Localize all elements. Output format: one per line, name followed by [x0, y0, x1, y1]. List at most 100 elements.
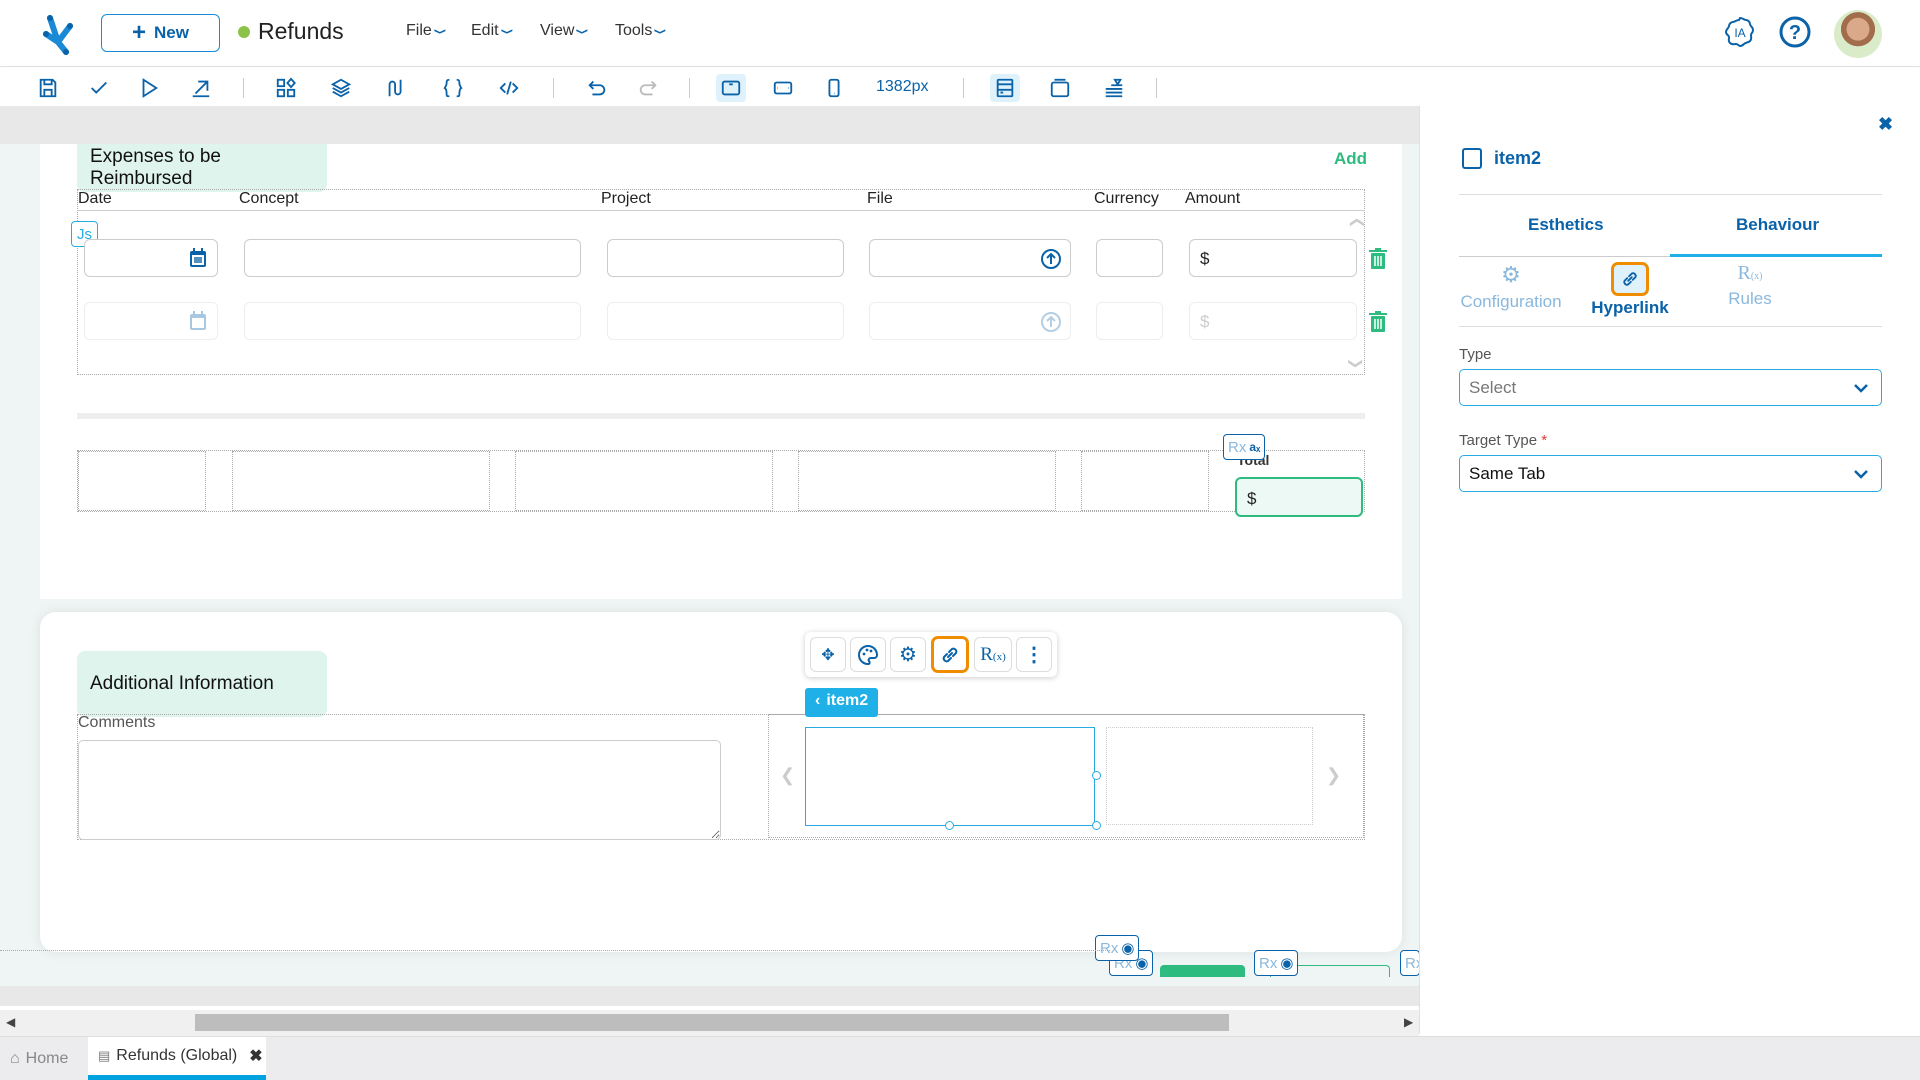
configuration-button[interactable]: ⚙	[890, 637, 926, 672]
check-icon	[91, 81, 107, 94]
resize-handle[interactable]	[1092, 771, 1101, 780]
add-row-link[interactable]: Add	[1334, 149, 1367, 169]
total-amount-field[interactable]: $	[1235, 477, 1363, 517]
publish-button[interactable]	[186, 74, 216, 102]
scroll-right-icon[interactable]: ▶	[1404, 1015, 1413, 1029]
carousel-item[interactable]	[1106, 727, 1313, 825]
file-input[interactable]	[869, 302, 1071, 340]
target-type-select[interactable]: Same Tab	[1459, 455, 1882, 492]
canvas-guide	[0, 950, 1110, 951]
date-input[interactable]	[84, 302, 218, 340]
close-panel-icon[interactable]: ✖	[1878, 114, 1893, 135]
save-button[interactable]	[33, 74, 63, 102]
more-button[interactable]: ⋮	[1016, 637, 1052, 672]
amount-input[interactable]: $	[1189, 239, 1357, 277]
modal-layout-button[interactable]	[1045, 74, 1075, 102]
scrollbar-thumb[interactable]	[195, 1014, 1229, 1031]
currency-input[interactable]	[1096, 302, 1163, 340]
redo-button[interactable]	[633, 74, 663, 102]
type-select[interactable]: Select	[1459, 369, 1882, 406]
tablet-icon	[773, 81, 793, 95]
carousel-next-icon[interactable]: ❯	[1326, 765, 1341, 786]
app-logo[interactable]	[36, 12, 80, 56]
calendar-icon[interactable]	[189, 248, 207, 268]
move-button[interactable]: ✥	[810, 637, 846, 672]
more-vertical-icon: ⋮	[1024, 644, 1044, 666]
menu-edit[interactable]: Edit ❯	[471, 22, 513, 40]
desktop-view-button[interactable]	[716, 74, 746, 102]
section-header-additional[interactable]: Additional Information	[77, 651, 327, 717]
help-icon[interactable]: ?	[1778, 15, 1812, 49]
scroll-left-icon[interactable]: ◀	[6, 1015, 15, 1029]
validate-button[interactable]	[84, 74, 114, 102]
carousel-prev-icon[interactable]: ❯	[780, 765, 795, 786]
layers-button[interactable]	[326, 74, 356, 102]
form-icon: ▤	[98, 1048, 111, 1063]
close-tab-icon[interactable]: ✖	[249, 1046, 262, 1066]
user-avatar[interactable]	[1834, 10, 1882, 58]
page-layout-button[interactable]	[990, 74, 1020, 102]
resize-handle[interactable]	[1092, 821, 1101, 830]
tab-home[interactable]: ⌂ Home	[10, 1037, 68, 1080]
selected-breadcrumb[interactable]: ‹ item2	[805, 688, 879, 717]
rx-rule-badge[interactable]: Rx aₓ	[1223, 434, 1266, 460]
link-icon	[1623, 272, 1637, 286]
flows-button[interactable]	[381, 74, 411, 102]
tablet-view-button[interactable]	[768, 74, 798, 102]
comments-textarea[interactable]	[78, 740, 721, 840]
tab-behaviour[interactable]: Behaviour	[1736, 215, 1819, 235]
upload-icon[interactable]	[1040, 311, 1062, 333]
hyperlink-button[interactable]	[931, 636, 969, 673]
rules-button[interactable]: R(x)	[974, 637, 1012, 672]
currency-input[interactable]	[1096, 239, 1163, 277]
menu-file[interactable]: File ❯	[406, 22, 446, 40]
rx-visibility-badge[interactable]: Rx	[1400, 950, 1420, 976]
menu-tools[interactable]: Tools ❯	[615, 22, 666, 40]
ia-icon[interactable]: IA	[1723, 15, 1757, 49]
rx-visibility-badge[interactable]: Rx ◉	[1095, 935, 1140, 961]
amount-input[interactable]: $	[1189, 302, 1357, 340]
concept-input[interactable]	[244, 239, 581, 277]
project-input[interactable]	[607, 302, 844, 340]
delete-row-icon[interactable]	[1369, 248, 1387, 270]
tab-esthetics[interactable]: Esthetics	[1528, 215, 1604, 235]
subtab-configuration[interactable]: ⚙ Configuration	[1459, 262, 1563, 312]
braces-icon	[443, 78, 463, 98]
section-header-expenses[interactable]: Expenses to be Reimbursed	[77, 144, 327, 192]
esthetics-button[interactable]	[850, 637, 886, 672]
pin-layout-button[interactable]	[1099, 74, 1129, 102]
delete-row-icon[interactable]	[1369, 311, 1387, 333]
document-title: Refunds	[238, 18, 344, 45]
json-button[interactable]	[438, 74, 468, 102]
code-button[interactable]	[494, 74, 524, 102]
components-button[interactable]	[271, 74, 301, 102]
upload-icon[interactable]	[1040, 248, 1062, 270]
project-input[interactable]	[607, 239, 844, 277]
calendar-icon[interactable]	[189, 311, 207, 331]
subtab-rules[interactable]: R(x) Rules	[1705, 262, 1795, 309]
run-button[interactable]	[134, 74, 164, 102]
pin-layout-icon	[1105, 78, 1123, 98]
concept-input[interactable]	[244, 302, 581, 340]
toolbar-divider	[1156, 78, 1157, 98]
resize-handle[interactable]	[945, 821, 954, 830]
tab-refunds-global[interactable]: ▤ Refunds (Global) ✖	[88, 1037, 266, 1080]
undo-button[interactable]	[582, 74, 612, 102]
mobile-view-button[interactable]	[819, 74, 849, 102]
section-divider	[77, 413, 1365, 419]
file-input[interactable]	[869, 239, 1071, 277]
chevron-down-icon: ❯	[500, 27, 513, 35]
menu-view[interactable]: View ❯	[540, 22, 589, 40]
code-icon	[499, 81, 519, 95]
totals-cell	[232, 451, 490, 511]
scroll-up-icon[interactable]: ❯	[1347, 217, 1364, 229]
play-icon	[142, 78, 159, 98]
subtab-hyperlink[interactable]: Hyperlink	[1585, 262, 1675, 318]
scroll-down-icon[interactable]: ❯	[1347, 358, 1364, 370]
new-button[interactable]: + New	[101, 14, 220, 52]
home-icon: ⌂	[10, 1049, 20, 1067]
gear-sparkle-icon: ⚙	[899, 644, 917, 666]
selected-item2[interactable]	[805, 727, 1095, 826]
rx-visibility-badge[interactable]: Rx ◉	[1254, 950, 1299, 976]
date-input[interactable]	[84, 239, 218, 277]
